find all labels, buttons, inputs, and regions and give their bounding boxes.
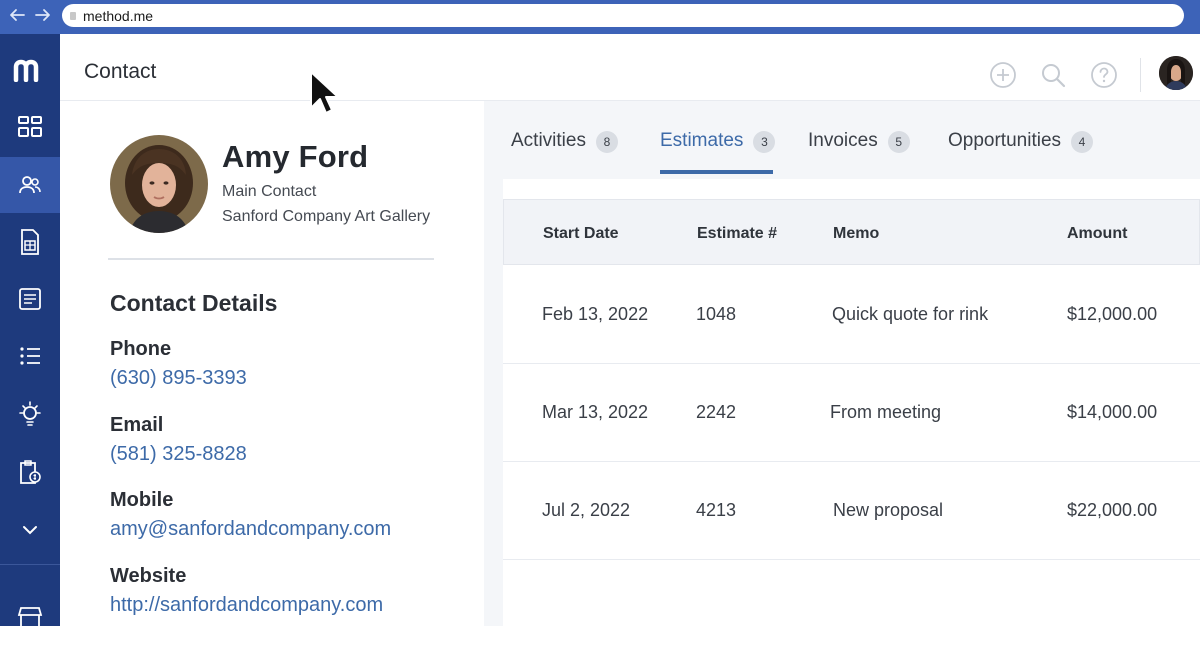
cell-estimate-number: 1048	[696, 304, 737, 324]
contacts-icon[interactable]	[0, 157, 60, 213]
method-logo-icon[interactable]	[0, 34, 60, 106]
payments-icon[interactable]	[0, 444, 60, 500]
table-header: Start Date Estimate # Memo Amount	[503, 199, 1200, 265]
phone-value[interactable]: (630) 895-3393	[110, 367, 247, 390]
cell-amount: $12,000.00	[1067, 304, 1158, 324]
tab-label: Invoices	[808, 130, 878, 151]
table-row[interactable]: Jul 2, 2022 4213 New proposal $22,000.00	[503, 462, 1200, 560]
contact-name: Amy Ford	[222, 139, 369, 174]
email-value[interactable]: (581) 325-8828	[110, 443, 247, 466]
table-row[interactable]: Feb 13, 2022 1048 Quick quote for rink $…	[503, 266, 1200, 364]
back-arrow-icon[interactable]	[8, 8, 26, 22]
address-bar[interactable]: method.me	[62, 4, 1184, 27]
active-tab-indicator	[660, 170, 773, 174]
estimates-table: Start Date Estimate # Memo Amount Feb 13…	[503, 179, 1200, 626]
related-records-area: Activities 8 Estimates 3 Invoices 5 Oppo…	[484, 101, 1200, 626]
contact-role: Main Contact	[222, 183, 317, 200]
cell-estimate-number: 2242	[696, 402, 737, 422]
phone-label: Phone	[110, 338, 172, 360]
mobile-label: Mobile	[110, 489, 174, 511]
cell-start-date: Jul 2, 2022	[542, 500, 631, 520]
left-nav-rail	[0, 34, 60, 630]
add-icon[interactable]	[988, 60, 1018, 90]
tasks-list-icon[interactable]	[0, 328, 60, 384]
table-row[interactable]: Mar 13, 2022 2242 From meeting $14,000.0…	[503, 364, 1200, 462]
help-icon[interactable]	[1089, 60, 1119, 90]
tab-label: Estimates	[660, 130, 744, 151]
contact-photo	[110, 135, 208, 233]
tab-count-badge: 5	[887, 131, 910, 153]
cell-start-date: Mar 13, 2022	[542, 402, 649, 422]
tab-count-badge: 3	[753, 131, 776, 153]
cell-amount: $22,000.00	[1067, 500, 1158, 520]
app-header: Contact	[60, 34, 1200, 101]
panel-divider	[108, 258, 434, 260]
page-title: Contact	[84, 60, 157, 83]
tab-invoices[interactable]: Invoices 5	[808, 130, 910, 175]
search-icon[interactable]	[1038, 60, 1068, 90]
cell-estimate-number: 4213	[696, 500, 737, 520]
tab-count-badge: 8	[595, 131, 618, 153]
mobile-value[interactable]: amy@sanfordandcompany.com	[110, 518, 391, 541]
column-header-amount[interactable]: Amount	[1067, 225, 1127, 243]
browser-nav	[8, 5, 52, 25]
cell-memo: From meeting	[830, 402, 942, 422]
email-label: Email	[110, 414, 164, 436]
contact-details-heading: Contact Details	[110, 290, 278, 316]
cell-start-date: Feb 13, 2022	[542, 304, 649, 324]
invoices-icon[interactable]	[0, 271, 60, 327]
mouse-cursor-icon	[309, 70, 339, 121]
tab-label: Opportunities	[948, 130, 1062, 151]
column-header-estimate-number[interactable]: Estimate #	[697, 225, 777, 243]
rail-divider	[0, 564, 60, 565]
contact-company: Sanford Company Art Gallery	[222, 208, 431, 225]
chevron-down-icon[interactable]	[0, 502, 60, 558]
browser-toolbar: method.me	[0, 0, 1200, 34]
url-text: method.me	[83, 7, 154, 24]
column-header-memo[interactable]: Memo	[833, 225, 879, 243]
cell-memo: Quick quote for rink	[832, 304, 989, 324]
header-divider	[1140, 58, 1141, 92]
lock-icon	[70, 11, 76, 20]
tab-opportunities[interactable]: Opportunities 4	[948, 130, 1094, 175]
user-avatar[interactable]	[1159, 56, 1193, 90]
cell-memo: New proposal	[833, 500, 944, 520]
estimates-icon[interactable]	[0, 214, 60, 270]
tab-count-badge: 4	[1071, 131, 1094, 153]
column-header-start-date[interactable]: Start Date	[543, 225, 619, 243]
website-label: Website	[110, 565, 187, 587]
store-icon[interactable]	[0, 590, 60, 646]
website-link[interactable]: http://sanfordandcompany.com	[110, 594, 383, 617]
tab-label: Activities	[511, 130, 586, 151]
contact-panel: Amy Ford Main Contact Sanford Company Ar…	[60, 101, 484, 626]
forward-arrow-icon[interactable]	[34, 8, 52, 22]
opportunities-icon[interactable]	[0, 386, 60, 442]
tab-estimates[interactable]: Estimates 3	[660, 130, 776, 175]
dashboard-icon[interactable]	[0, 99, 60, 155]
tab-activities[interactable]: Activities 8	[511, 130, 618, 175]
cell-amount: $14,000.00	[1067, 402, 1158, 422]
